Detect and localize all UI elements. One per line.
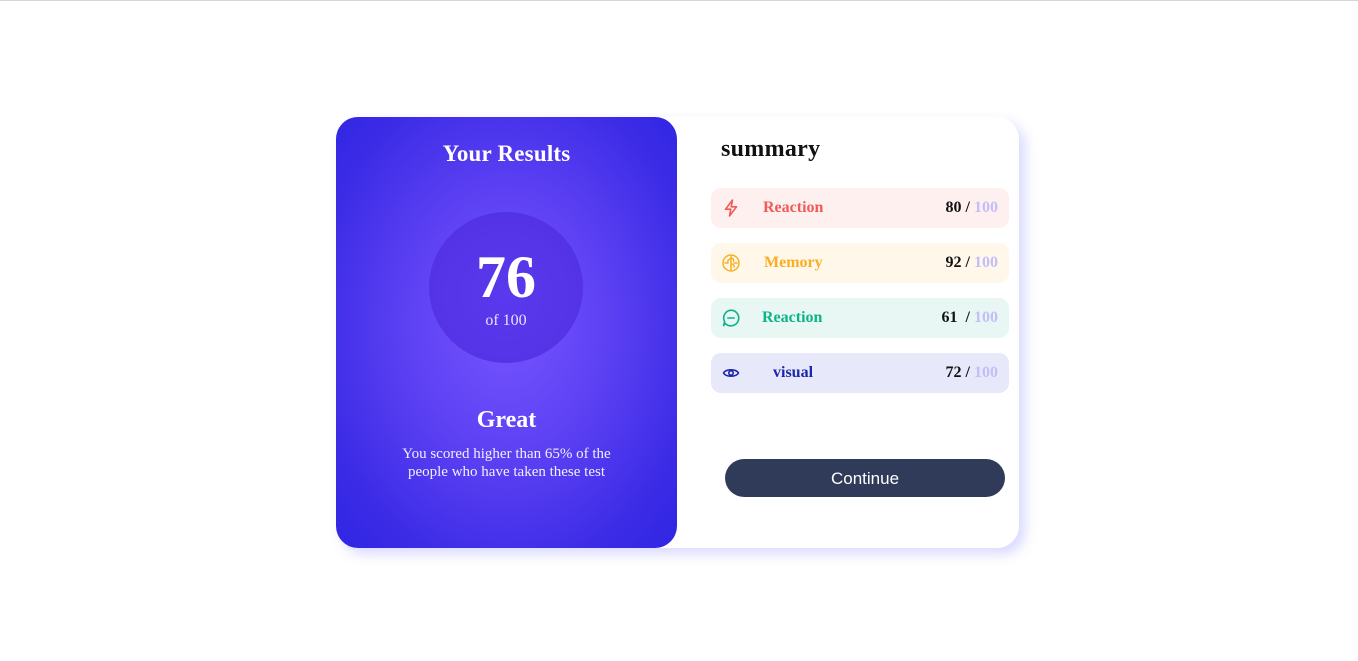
grade-description: You scored higher than 65% of the people… [402, 446, 611, 480]
score-value: 76 [476, 244, 536, 310]
score-of-label: of 100 [485, 312, 527, 329]
results-summary-card: Your Results 76 of 100 Great You scored … [336, 117, 1019, 548]
summary-title: summary [721, 136, 821, 162]
grade-label: Great [476, 407, 537, 433]
summary-item-score: 80 / 100 [945, 199, 998, 216]
continue-button[interactable]: Continue [725, 459, 1005, 497]
summary-panel: summary Reaction 80 / 100 Memory 92 / 10… [677, 117, 1019, 548]
results-title: Your Results [442, 141, 571, 166]
summary-item-memory: Memory 92 / 100 [711, 243, 1009, 283]
score-circle: 76 of 100 [429, 212, 583, 363]
summary-item-verbal: Reaction 61 / 100 [711, 298, 1009, 338]
eye-icon [721, 363, 741, 383]
lightning-icon [721, 198, 741, 218]
summary-item-reaction: Reaction 80 / 100 [711, 188, 1009, 228]
chat-bubble-icon [721, 308, 741, 328]
summary-item-score: 92 / 100 [945, 254, 998, 271]
results-panel: Your Results 76 of 100 Great You scored … [336, 117, 677, 548]
summary-item-label: Reaction [763, 199, 824, 216]
brain-icon [721, 253, 741, 273]
summary-item-label: Reaction [762, 309, 823, 326]
summary-item-label: visual [773, 364, 814, 381]
summary-item-score: 72 / 100 [945, 364, 998, 381]
summary-item-score: 61 / 100 [941, 309, 998, 326]
top-divider [0, 0, 1358, 1]
summary-item-visual: visual 72 / 100 [711, 353, 1009, 393]
summary-item-label: Memory [764, 254, 823, 271]
